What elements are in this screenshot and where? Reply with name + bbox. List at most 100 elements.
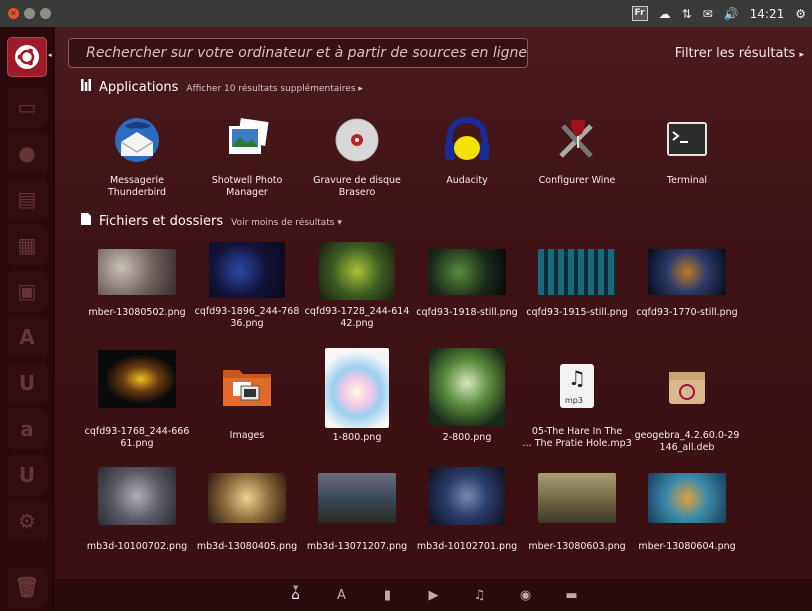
file-tile[interactable]: mb3d-13080405.png — [192, 473, 302, 553]
home-lens-icon[interactable]: ⌂ — [273, 588, 319, 603]
thumbnail-image — [209, 242, 285, 298]
show-less-label: Voir moins de résultats — [231, 218, 335, 228]
tile-label: cqfd93-1915-still.png — [526, 307, 628, 318]
file-tile-mp3[interactable]: ♫ mp3 05-The Hare In The … The Pratie Ho… — [522, 364, 632, 450]
ubuntu-logo-icon — [15, 45, 39, 69]
app-tile-brasero[interactable]: Gravure de disque Brasero — [302, 112, 412, 199]
thumbnail-image — [648, 473, 726, 523]
launcher-writer-icon[interactable]: ▤ — [7, 179, 47, 219]
tile-label: mber-13080603.png — [528, 541, 626, 552]
tile-label: Audacity — [446, 175, 488, 186]
photo-lens-icon[interactable]: ◉ — [503, 588, 549, 603]
tile-label: cqfd93-1896_244-768 — [194, 306, 300, 317]
launcher-settings-icon[interactable]: ⚙ — [7, 501, 47, 541]
close-icon[interactable]: ✕ — [8, 8, 19, 19]
file-tile[interactable]: 2-800.png — [412, 348, 522, 444]
file-tile[interactable]: mb3d-10100702.png — [82, 467, 192, 553]
launcher-software-center-icon[interactable]: A — [7, 317, 47, 357]
folder-tile-images[interactable]: Images — [192, 364, 302, 442]
thumbnail-image — [325, 348, 389, 428]
launcher-impress-icon[interactable]: ▣ — [7, 271, 47, 311]
app-tile-wine[interactable]: Configurer Wine — [522, 112, 632, 187]
thumbnail-image — [429, 467, 505, 525]
tile-label: cqfd93-1918-still.png — [416, 307, 518, 318]
tile-label: cqfd93-1728_244-614 — [304, 306, 410, 317]
music-note-icon: ♫ — [568, 366, 586, 390]
video-lens-icon[interactable]: ▶ — [411, 588, 457, 603]
file-tile[interactable]: cqfd93-1915-still.png — [522, 249, 632, 319]
file-tile[interactable]: cqfd93-1728_244-614 42.png — [302, 242, 412, 330]
tile-label-line2: Manager — [226, 187, 268, 198]
minimize-icon[interactable] — [24, 8, 35, 19]
tile-label-line2: 146_all.deb — [659, 442, 715, 453]
ubuntu-dash-button[interactable] — [7, 37, 47, 77]
launcher-trash-icon[interactable]: 🗑 — [7, 567, 47, 607]
thumbnail-image — [538, 473, 616, 523]
audacity-icon — [445, 116, 489, 160]
file-tile[interactable]: mb3d-10102701.png — [412, 467, 522, 553]
brasero-icon — [335, 118, 379, 162]
tile-label-line2: 42.png — [340, 318, 374, 329]
thumbnail-image — [319, 242, 395, 300]
category-title: Fichiers et dossiers — [99, 214, 224, 229]
file-tile[interactable]: cqfd93-1896_244-768 36.png — [192, 242, 302, 330]
social-lens-icon[interactable]: ▬ — [549, 588, 595, 603]
cloud-icon[interactable]: ☁ — [659, 7, 671, 21]
thumbnail-image — [538, 249, 616, 295]
file-tile-deb[interactable]: geogebra_4.2.60.0-29 146_all.deb — [632, 364, 742, 454]
launcher-calc-icon[interactable]: ▦ — [7, 225, 47, 265]
launcher-ubuntu-one-music-icon[interactable]: U — [7, 455, 47, 495]
app-tile-audacity[interactable]: Audacity — [412, 112, 522, 187]
dash: Rechercher sur votre ordinateur et à par… — [55, 27, 812, 611]
mail-icon[interactable]: ✉ — [703, 7, 713, 21]
applications-category-header: Applications Afficher 10 résultats suppl… — [81, 79, 363, 95]
terminal-icon — [667, 122, 707, 156]
tile-label: 2-800.png — [442, 432, 492, 443]
thumbnail-image — [98, 249, 176, 295]
launcher-firefox-icon[interactable]: ● — [7, 133, 47, 173]
launcher-arrow-icon: ◂ — [48, 51, 52, 59]
app-tile-terminal[interactable]: Terminal — [632, 112, 742, 187]
tile-label: Gravure de disque — [313, 175, 401, 186]
files-lens-icon[interactable]: ▮ — [365, 588, 411, 603]
search-bar[interactable]: Rechercher sur votre ordinateur et à par… — [68, 38, 528, 68]
file-tile[interactable]: cqfd93-1918-still.png — [412, 249, 522, 319]
tile-label: Messagerie — [109, 175, 165, 186]
thumbnail-image — [98, 350, 176, 408]
search-input[interactable]: Rechercher sur votre ordinateur et à par… — [86, 45, 527, 61]
tile-label: mb3d-13080405.png — [196, 541, 298, 552]
tile-label: mb3d-10102701.png — [416, 541, 518, 552]
show-more-link[interactable]: Afficher 10 résultats supplémentaires ▸ — [186, 84, 363, 94]
launcher-files-icon[interactable]: ▭ — [7, 87, 47, 127]
thumbnail-image — [318, 473, 396, 523]
show-less-link[interactable]: Voir moins de résultats ▾ — [231, 218, 342, 228]
keyboard-layout-indicator[interactable]: Fr — [631, 6, 648, 21]
gear-icon[interactable]: ⚙ — [795, 7, 806, 21]
maximize-icon[interactable] — [40, 8, 51, 19]
app-tile-shotwell[interactable]: Shotwell Photo Manager — [192, 112, 302, 199]
file-tile[interactable]: mber-13080603.png — [522, 473, 632, 553]
thumbnail-image — [98, 467, 176, 525]
file-tile[interactable]: mber-13080604.png — [632, 473, 742, 553]
filter-results-button[interactable]: Filtrer les résultats ▸ — [675, 46, 804, 61]
top-panel: ✕ Fr ☁ ⇅ ✉ 🔊 14:21 ⚙ — [0, 0, 812, 27]
clock[interactable]: 14:21 — [750, 7, 785, 21]
volume-icon[interactable]: 🔊 — [724, 7, 739, 21]
file-tile[interactable]: 1-800.png — [302, 348, 412, 444]
applications-lens-icon[interactable]: A — [319, 588, 365, 603]
app-tile-thunderbird[interactable]: Messagerie Thunderbird — [82, 112, 192, 199]
tile-label: mb3d-10100702.png — [86, 541, 188, 552]
file-tile[interactable]: cqfd93-1768_244-666 61.png — [82, 350, 192, 450]
network-icon[interactable]: ⇅ — [682, 7, 692, 21]
tile-label-line2: Thunderbird — [107, 187, 167, 198]
file-tile[interactable]: mb3d-13071207.png — [302, 473, 412, 553]
launcher-ubuntu-one-icon[interactable]: U — [7, 363, 47, 403]
music-lens-icon[interactable]: ♫ — [457, 588, 503, 603]
file-tile[interactable]: cqfd93-1770-still.png — [632, 249, 742, 319]
tile-label: mber-13080604.png — [638, 541, 736, 552]
tile-label: 05-The Hare In The — [531, 426, 623, 437]
launcher: ◂ ▭ ● ▤ ▦ ▣ A U a U ⚙ 🗑 — [0, 27, 54, 611]
file-tile[interactable]: mber-13080502.png — [82, 249, 192, 319]
deb-package-icon — [669, 372, 705, 404]
launcher-amazon-icon[interactable]: a — [7, 409, 47, 449]
